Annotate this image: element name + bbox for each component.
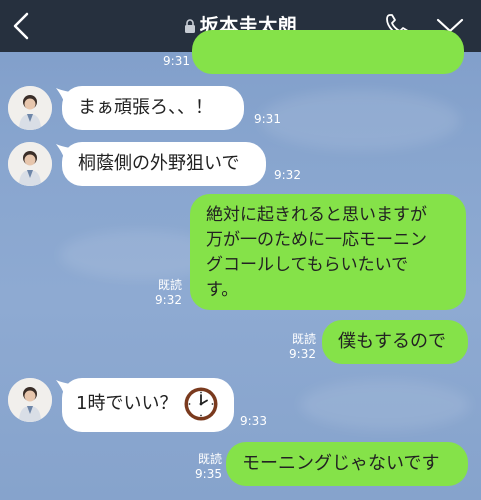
read-receipt: 既読 9:32	[140, 278, 182, 308]
message-time: 9:31	[163, 54, 190, 68]
background-cloud	[300, 380, 470, 430]
message-text: 1時でいい？	[76, 393, 178, 414]
message-text: モーニングじゃないです	[242, 453, 440, 474]
avatar[interactable]	[8, 142, 52, 186]
message-time: 9:31	[254, 112, 281, 126]
avatar[interactable]	[8, 86, 52, 130]
message-bubble-outgoing[interactable]	[192, 30, 464, 74]
message-bubble-incoming[interactable]: まぁ頑張ろ、、！	[62, 86, 244, 130]
message-time: 9:32	[155, 293, 182, 307]
message-bubble-outgoing[interactable]: 僕もするので	[322, 320, 468, 364]
read-receipt: 既読 9:35	[180, 452, 222, 482]
read-label: 既読	[197, 452, 222, 466]
message-bubble-outgoing[interactable]: モーニングじゃないです	[226, 442, 468, 486]
message-text: 僕もするので	[338, 331, 446, 352]
message-time: 9:32	[289, 347, 316, 361]
message-time: 9:32	[274, 168, 301, 182]
message-text: まぁ頑張ろ、、！	[78, 97, 213, 118]
message-line: 絶対に起きれると思いますが	[206, 205, 427, 225]
message-bubble-incoming[interactable]: 桐蔭側の外野狙いで	[62, 142, 266, 186]
read-receipt: 既読 9:32	[274, 332, 316, 362]
read-label: 既読	[291, 332, 316, 346]
read-label: 既読	[157, 278, 182, 292]
message-line: 万が一のために一応モーニン	[206, 230, 427, 250]
message-line: グコールしてもらいたいで	[206, 255, 409, 275]
message-time: 9:33	[240, 414, 267, 428]
clock-icon	[184, 387, 218, 421]
message-line: す。	[206, 280, 239, 300]
avatar[interactable]	[8, 378, 52, 422]
message-text: 桐蔭側の外野狙いで	[78, 153, 240, 174]
message-bubble-outgoing[interactable]: 絶対に起きれると思いますが 万が一のために一応モーニン グコールしてもらいたいで…	[190, 194, 466, 310]
message-time: 9:35	[195, 467, 222, 481]
lock-icon	[184, 17, 196, 39]
